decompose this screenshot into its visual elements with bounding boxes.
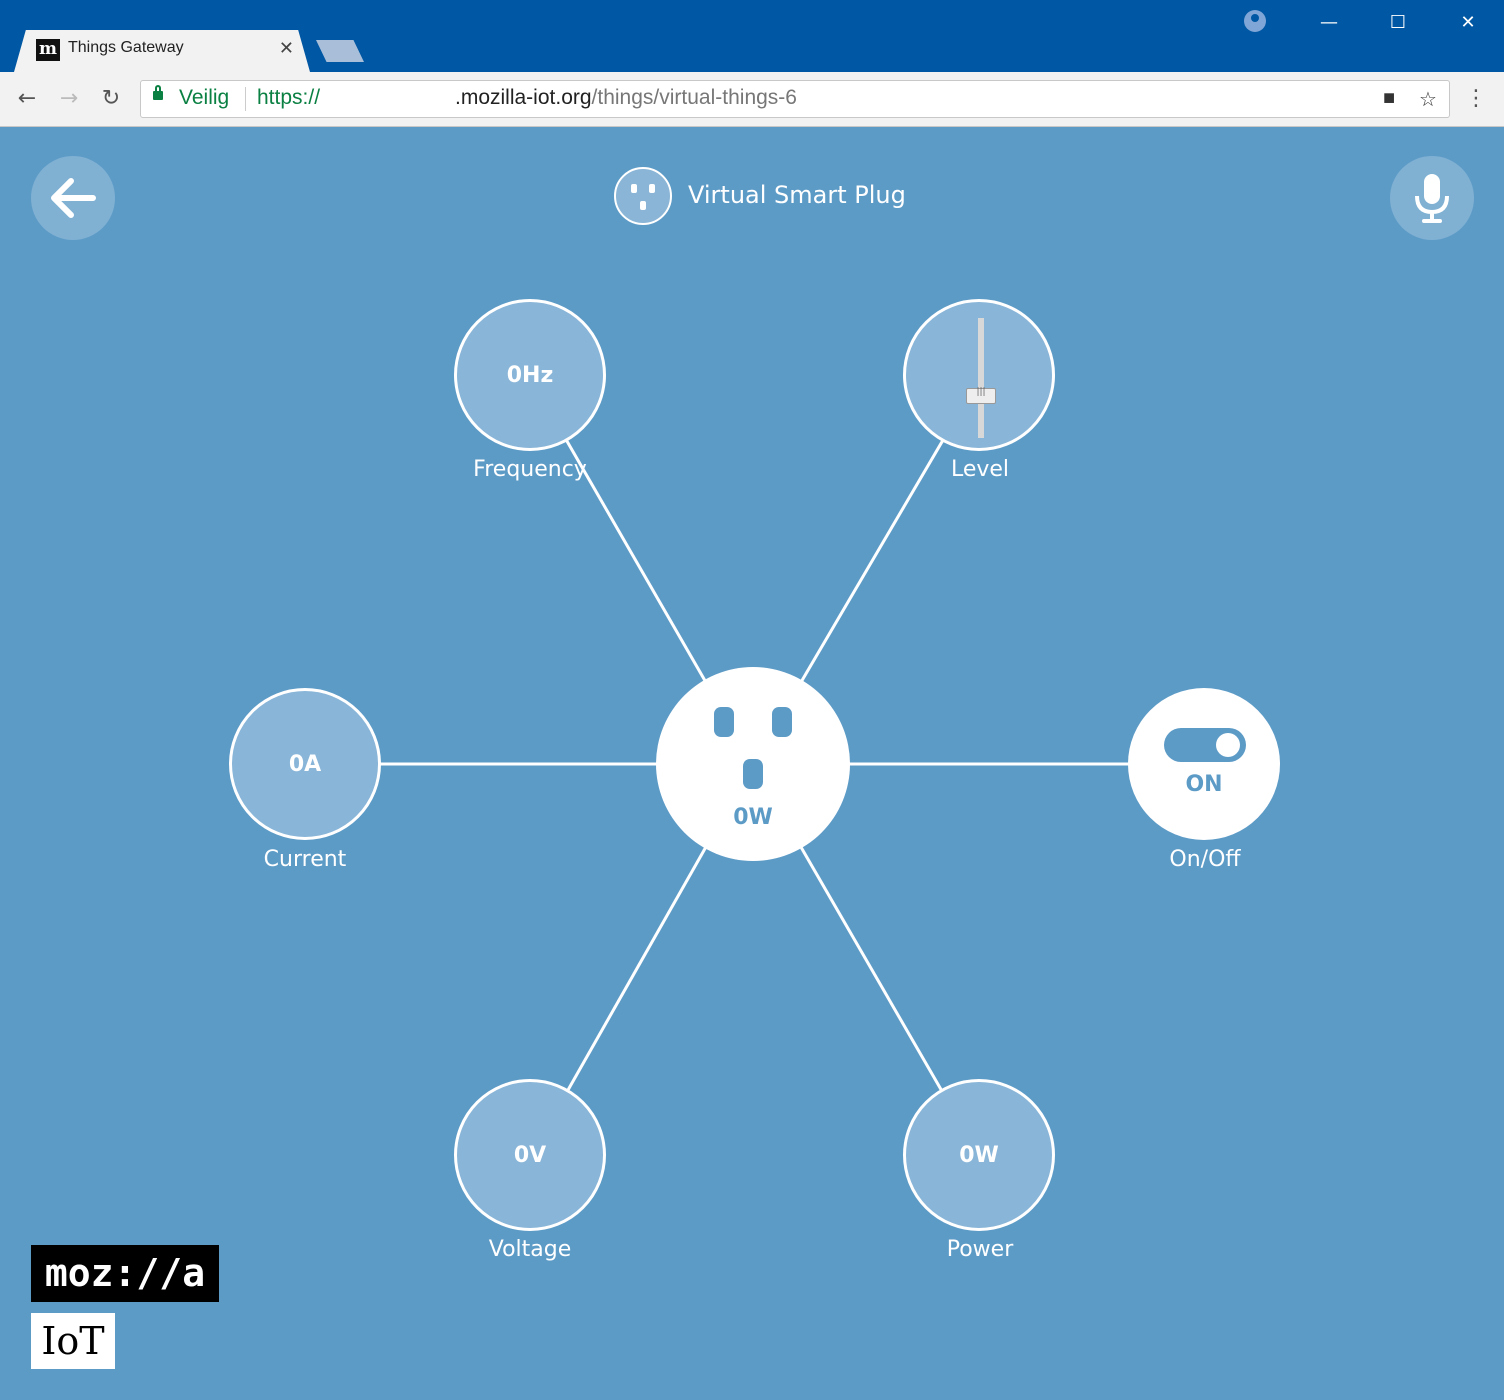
- frequency-value: 0Hz: [506, 362, 554, 388]
- close-window-button[interactable]: ✕: [1453, 8, 1483, 38]
- profile-icon[interactable]: [1244, 10, 1266, 32]
- omnibox-divider: [245, 87, 246, 111]
- socket-ground-slot: [743, 759, 763, 789]
- back-arrow-icon[interactable]: ←: [12, 84, 42, 114]
- iot-logo: IoT: [31, 1313, 115, 1369]
- new-tab-button[interactable]: [316, 40, 364, 62]
- frequency-label: Frequency: [473, 457, 587, 482]
- level-slider-thumb[interactable]: [966, 387, 996, 404]
- tab-close-icon[interactable]: ✕: [279, 38, 294, 59]
- toggle-knob: [1216, 733, 1240, 757]
- browser-menu-icon[interactable]: ⋮: [1464, 84, 1488, 114]
- secure-label: Veilig: [179, 86, 230, 109]
- url-host: .mozilla-iot.org: [455, 86, 592, 109]
- socket-slot-left: [714, 707, 734, 737]
- power-property[interactable]: 0W: [903, 1079, 1055, 1231]
- url-scheme: https://: [257, 86, 321, 109]
- smart-plug-power-center[interactable]: 0W: [656, 667, 850, 861]
- center-power-value: 0W: [733, 805, 773, 830]
- onoff-state: ON: [1185, 772, 1223, 797]
- reload-icon[interactable]: ↻: [96, 84, 126, 114]
- onoff-label: On/Off: [1169, 847, 1241, 872]
- current-property[interactable]: 0A: [229, 688, 381, 840]
- thing-detail-page: Virtual Smart Plug 0Hz Frequency Level 0…: [0, 127, 1504, 1400]
- level-slider-track[interactable]: [978, 318, 984, 438]
- address-bar[interactable]: Veilig https:// .mozilla-iot.org/things/…: [140, 80, 1450, 118]
- current-value: 0A: [288, 751, 322, 777]
- mozilla-favicon-icon: m: [36, 39, 60, 61]
- voltage-value: 0V: [513, 1142, 547, 1168]
- mozilla-logo: moz://a: [31, 1245, 219, 1302]
- forward-arrow-icon[interactable]: →: [54, 84, 84, 114]
- power-value: 0W: [959, 1142, 999, 1168]
- level-label: Level: [950, 457, 1010, 482]
- bookmark-star-icon[interactable]: ☆: [1419, 87, 1437, 112]
- browser-tab[interactable]: m Things Gateway ✕: [14, 30, 310, 72]
- url-text: .mozilla-iot.org/things/virtual-things-6: [455, 86, 797, 110]
- lock-icon: [153, 85, 163, 100]
- browser-toolbar: ← → ↻ Veilig https:// .mozilla-iot.org/t…: [0, 72, 1504, 127]
- socket-slot-right: [772, 707, 792, 737]
- maximize-button[interactable]: ☐: [1383, 8, 1413, 38]
- power-label: Power: [946, 1237, 1014, 1262]
- camera-icon[interactable]: ■: [1383, 87, 1395, 110]
- tab-title: Things Gateway: [68, 39, 184, 56]
- frequency-property[interactable]: 0Hz: [454, 299, 606, 451]
- current-label: Current: [263, 847, 347, 872]
- minimize-button[interactable]: —: [1314, 8, 1344, 38]
- level-property[interactable]: [903, 299, 1055, 451]
- voltage-label: Voltage: [488, 1237, 572, 1262]
- onoff-toggle-switch[interactable]: [1164, 728, 1246, 762]
- url-path: /things/virtual-things-6: [591, 86, 797, 109]
- window-titlebar: m Things Gateway ✕ — ☐ ✕: [0, 0, 1504, 72]
- voltage-property[interactable]: 0V: [454, 1079, 606, 1231]
- onoff-property[interactable]: ON: [1128, 688, 1280, 840]
